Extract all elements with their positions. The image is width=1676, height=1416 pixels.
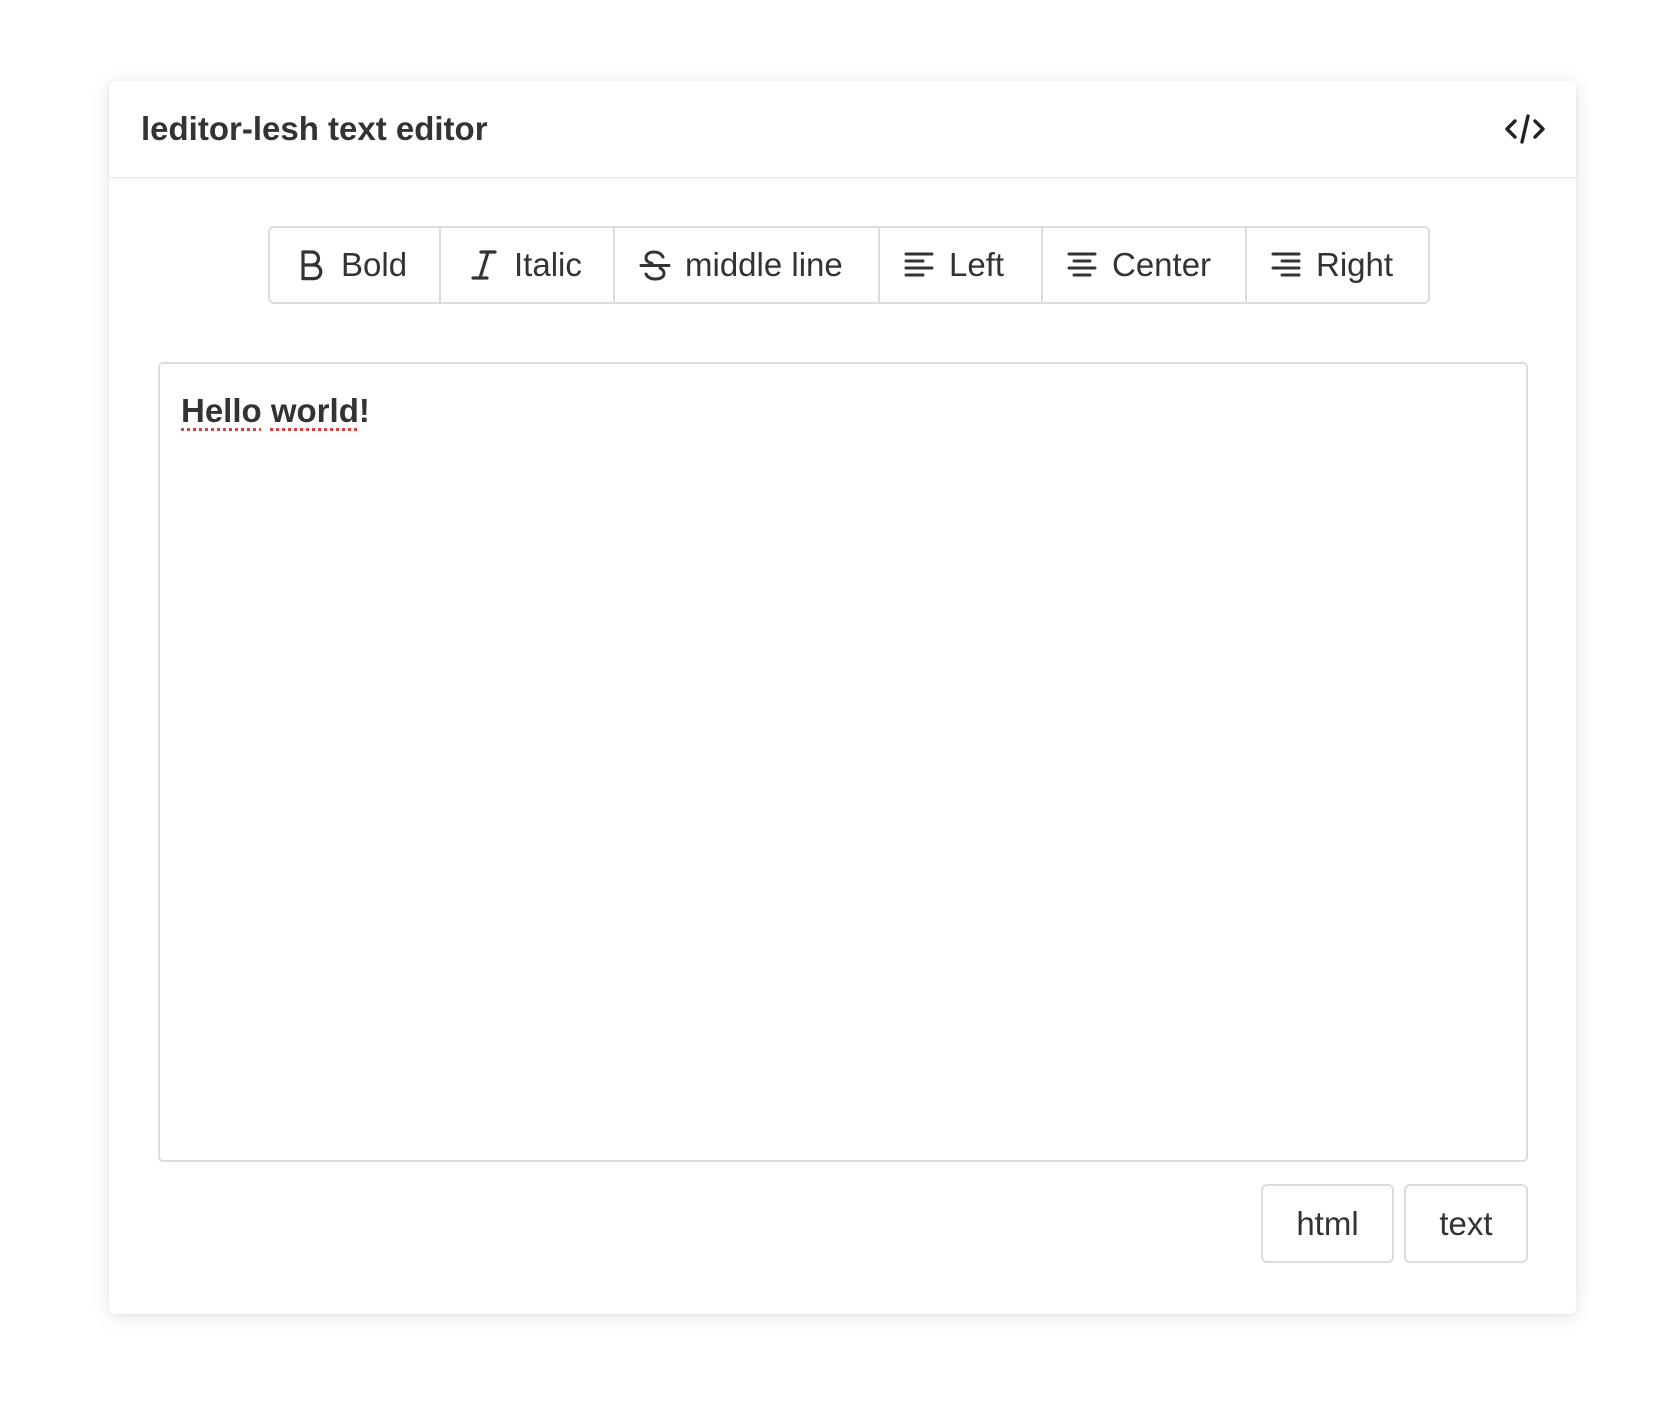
bold-icon bbox=[294, 248, 328, 282]
editor-punctuation: ! bbox=[358, 392, 370, 429]
align-right-icon bbox=[1269, 248, 1303, 282]
italic-button[interactable]: Italic bbox=[441, 228, 615, 302]
code-icon bbox=[1505, 114, 1545, 144]
align-center-button[interactable]: Center bbox=[1043, 228, 1247, 302]
strikethrough-button[interactable]: middle line bbox=[615, 228, 880, 302]
align-left-button[interactable]: Left bbox=[880, 228, 1043, 302]
italic-icon bbox=[467, 248, 501, 282]
editor-text: Hello world! bbox=[181, 392, 370, 430]
editor-word-world: world bbox=[270, 392, 359, 429]
code-toggle-button[interactable] bbox=[1502, 107, 1548, 151]
editor-word-hello: Hello bbox=[181, 392, 262, 429]
align-right-button[interactable]: Right bbox=[1247, 228, 1428, 302]
html-button[interactable]: html bbox=[1261, 1184, 1394, 1263]
bold-button[interactable]: Bold bbox=[270, 228, 441, 302]
format-toolbar: Bold Italic middle line Left Center Righ… bbox=[268, 226, 1430, 304]
editor-content-area[interactable]: Hello world! bbox=[158, 362, 1528, 1162]
align-left-icon bbox=[902, 248, 936, 282]
align-center-icon bbox=[1065, 248, 1099, 282]
editor-card: leditor-lesh text editor Bold Italic mid… bbox=[109, 81, 1576, 1314]
text-button[interactable]: text bbox=[1404, 1184, 1528, 1263]
card-header: leditor-lesh text editor bbox=[109, 81, 1576, 178]
page-title: leditor-lesh text editor bbox=[141, 110, 488, 147]
strikethrough-icon bbox=[638, 248, 672, 282]
